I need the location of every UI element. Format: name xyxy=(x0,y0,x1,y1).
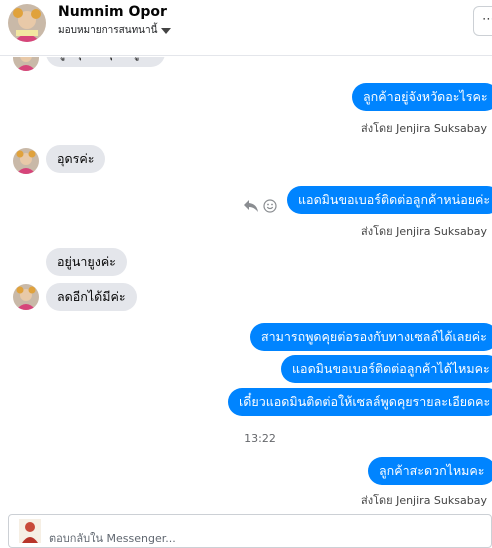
outgoing-message[interactable]: เดี๋ยวแอดมินติดต่อให้เซลล์พูดคุยรายละเอี… xyxy=(228,388,492,416)
outgoing-message[interactable]: แอดมินขอเบอร์ติดต่อลูกค้าหน่อยค่ะ xyxy=(287,186,492,214)
reply-input[interactable]: ตอบกลับใน Messenger... xyxy=(49,529,176,547)
avatar xyxy=(13,284,39,310)
sent-by-label: ส่งโดย Jenjira Suksabay xyxy=(361,122,487,135)
outgoing-message[interactable]: แอดมินขอเบอร์ติดต่อลูกค้าได้ไหมคะ xyxy=(281,355,492,383)
conversation-header: Numnim Opor มอบหมายการสนทนานี้ ⋯ xyxy=(0,0,492,56)
avatar xyxy=(13,148,39,174)
incoming-message[interactable]: อยู่นายูงค่ะ xyxy=(46,248,127,276)
caret-down-icon xyxy=(161,27,172,34)
incoming-message[interactable]: ลดอีกได้มีค่ะ xyxy=(46,283,137,311)
reply-icon[interactable] xyxy=(243,198,259,212)
assign-conversation-dropdown[interactable]: มอบหมายการสนทนานี้ xyxy=(58,23,172,38)
sent-by-label: ส่งโดย Jenjira Suksabay xyxy=(361,494,487,507)
avatar xyxy=(13,57,39,71)
contact-avatar[interactable] xyxy=(8,4,46,42)
outgoing-message[interactable]: ลูกค้าสะดวกไหมคะ xyxy=(368,457,492,485)
avatar xyxy=(19,519,41,543)
message-thread: พูดคุยกับคุณอยู่ค่ะ ลูกค้าอยู่จังหวัดอะไ… xyxy=(0,57,492,509)
outgoing-message[interactable]: สามารถพูดคุยต่อรองกับทางเซลล์ได้เลยค่ะ xyxy=(250,323,492,351)
assign-conversation-label: มอบหมายการสนทนานี้ xyxy=(58,25,158,36)
more-options-button[interactable]: ⋯ xyxy=(473,6,492,36)
incoming-message[interactable]: พูดคุยกับคุณอยู่ค่ะ xyxy=(46,57,166,67)
contact-name[interactable]: Numnim Opor xyxy=(58,4,167,20)
outgoing-message[interactable]: ลูกค้าอยู่จังหวัดอะไรคะ xyxy=(352,83,492,111)
message-timestamp: 13:22 xyxy=(244,432,276,445)
emoji-icon[interactable] xyxy=(263,198,277,213)
sent-by-label: ส่งโดย Jenjira Suksabay xyxy=(361,225,487,238)
incoming-message[interactable]: อุดรค่ะ xyxy=(46,145,106,173)
reply-composer[interactable]: ตอบกลับใน Messenger... xyxy=(8,514,492,548)
